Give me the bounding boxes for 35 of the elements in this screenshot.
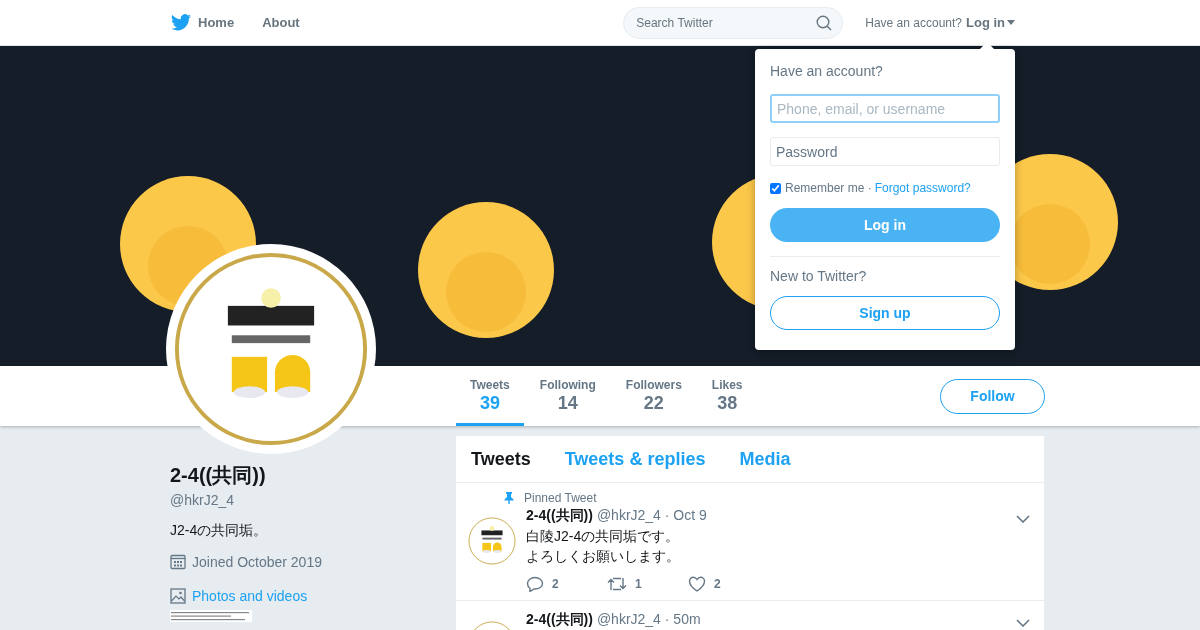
reply-button[interactable]: 2 bbox=[526, 576, 571, 592]
photos-link[interactable]: Photos and videos bbox=[192, 588, 308, 604]
tweet-author: 2-4((共同)) bbox=[526, 611, 593, 629]
tweet-meta: @hkrJ2_4 · Oct 9 bbox=[596, 507, 707, 523]
timeline-tab[interactable]: Tweets bbox=[471, 448, 531, 470]
chevron-icon[interactable] bbox=[1016, 515, 1030, 523]
retweet-button[interactable]: 1 bbox=[607, 576, 652, 592]
nav-link[interactable]: About bbox=[262, 15, 300, 30]
stat-tab[interactable]: Followers 22 bbox=[611, 366, 696, 426]
caret-icon bbox=[1007, 20, 1015, 25]
bird-icon bbox=[171, 14, 191, 31]
search-icon bbox=[816, 14, 833, 31]
tweet-text: 白陵J2-4の共同垢です。 よろしくお願いします。 bbox=[526, 527, 681, 566]
nav-link[interactable]: Home bbox=[198, 15, 235, 30]
timeline-tab[interactable]: Media bbox=[739, 448, 791, 470]
image-icon bbox=[170, 588, 186, 604]
joined-date: Joined October 2019 bbox=[192, 554, 322, 570]
login-link[interactable]: Log in bbox=[966, 15, 1015, 30]
chevron-icon[interactable] bbox=[1016, 619, 1030, 627]
search-field[interactable]: Search Twitter bbox=[623, 6, 844, 39]
calendar-icon bbox=[170, 554, 186, 570]
profile-handle: @hkrJ2_4 bbox=[170, 492, 236, 508]
stat-tab[interactable]: Likes 38 bbox=[697, 366, 757, 426]
like-button[interactable]: 2 bbox=[688, 576, 733, 592]
stat-tab[interactable]: Following 14 bbox=[525, 366, 610, 426]
tweet-author: 2-4((共同)) bbox=[526, 507, 593, 525]
pin-icon bbox=[504, 492, 514, 504]
account-prompt: Have an account? bbox=[865, 15, 962, 30]
stat-tab[interactable]: Tweets 39 bbox=[456, 366, 524, 426]
tweet-meta: @hkrJ2_4 · 50m bbox=[596, 611, 701, 627]
follow-button[interactable]: Follow bbox=[940, 378, 1045, 414]
profile-bio: J2-4の共同垢。 bbox=[170, 522, 269, 540]
profile-name: 2-4((共同)) bbox=[170, 463, 267, 488]
timeline-tab[interactable]: Tweets & replies bbox=[564, 448, 706, 470]
pinned-label: Pinned Tweet bbox=[524, 491, 597, 505]
